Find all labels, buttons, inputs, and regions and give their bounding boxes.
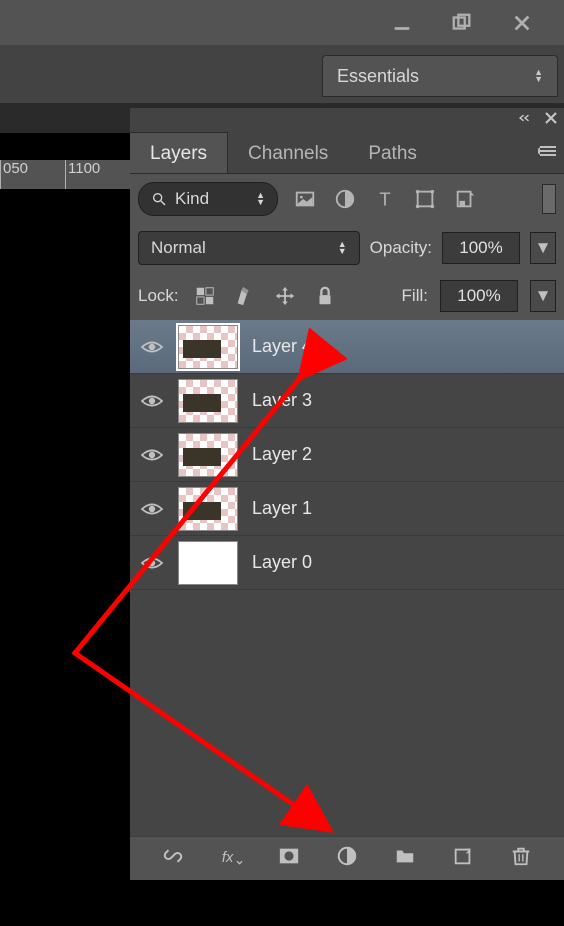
canvas-area[interactable] [0, 189, 130, 866]
link-layers-icon[interactable] [161, 845, 185, 872]
layer-thumbnail[interactable] [178, 379, 238, 423]
layer-row[interactable]: Layer 4 [130, 320, 564, 374]
panel-footer: fx [130, 836, 564, 880]
layer-thumbnail[interactable] [178, 487, 238, 531]
window-titlebar [0, 0, 564, 45]
tab-paths[interactable]: Paths [348, 133, 437, 173]
layer-row[interactable]: Layer 2 [130, 428, 564, 482]
trash-icon[interactable] [509, 845, 533, 872]
layers-panel: Layers Channels Paths Kind ▲▼ T Normal ▲… [130, 108, 564, 880]
tab-label: Paths [368, 143, 417, 164]
filter-type-icon[interactable]: T [372, 186, 398, 212]
ruler: 050 1100 [0, 160, 130, 190]
minimize-button[interactable] [372, 8, 432, 38]
close-button[interactable] [492, 8, 552, 38]
fill-value[interactable]: 100% [440, 280, 518, 312]
visibility-toggle[interactable] [140, 497, 164, 521]
ruler-tick: 1100 [68, 160, 100, 177]
filter-adjustment-icon[interactable] [332, 186, 358, 212]
tab-layers[interactable]: Layers [130, 132, 228, 173]
layer-list: Layer 4 Layer 3 Layer 2 Layer 1 Layer 0 [130, 320, 564, 836]
filter-toggle-switch[interactable] [542, 184, 556, 214]
group-icon[interactable] [393, 845, 417, 872]
layer-thumbnail[interactable] [178, 325, 238, 369]
tab-label: Layers [150, 143, 207, 164]
visibility-toggle[interactable] [140, 551, 164, 575]
layer-name[interactable]: Layer 4 [252, 336, 312, 357]
blend-opacity-row: Normal ▲▼ Opacity: 100% ▼ [130, 224, 564, 272]
filter-smartobject-icon[interactable] [452, 186, 478, 212]
ruler-tick: 050 [3, 160, 28, 177]
lock-position-icon[interactable] [271, 282, 299, 310]
svg-text:T: T [379, 188, 390, 209]
workspace-switcher[interactable]: Essentials ▲▼ [322, 55, 558, 97]
lock-pixels-icon[interactable] [231, 282, 259, 310]
blend-mode-value: Normal [151, 238, 206, 258]
fill-caret[interactable]: ▼ [530, 280, 556, 312]
panel-close-icon[interactable] [544, 110, 558, 130]
layer-name[interactable]: Layer 2 [252, 444, 312, 465]
dropdown-icon: ▲▼ [256, 192, 265, 206]
lock-fill-row: Lock: Fill: 100% ▼ [130, 272, 564, 320]
panel-tabs: Layers Channels Paths [130, 132, 564, 174]
opacity-label: Opacity: [370, 238, 432, 258]
mask-icon[interactable] [277, 845, 301, 872]
tab-label: Channels [248, 143, 328, 164]
layer-row[interactable]: Layer 3 [130, 374, 564, 428]
layer-name[interactable]: Layer 1 [252, 498, 312, 519]
panel-head [130, 108, 564, 132]
adjustment-layer-icon[interactable] [335, 845, 359, 872]
layer-thumbnail[interactable] [178, 433, 238, 477]
dropdown-icon: ▲▼ [534, 69, 543, 83]
opacity-value[interactable]: 100% [442, 232, 520, 264]
filter-shape-icon[interactable] [412, 186, 438, 212]
blend-mode-dropdown[interactable]: Normal ▲▼ [138, 231, 360, 265]
visibility-toggle[interactable] [140, 335, 164, 359]
search-icon [151, 191, 167, 207]
layer-name[interactable]: Layer 0 [252, 552, 312, 573]
opacity-caret[interactable]: ▼ [530, 232, 556, 264]
layer-row[interactable]: Layer 0 [130, 536, 564, 590]
new-layer-icon[interactable] [451, 845, 475, 872]
filter-pixel-icon[interactable] [292, 186, 318, 212]
filter-kind-label: Kind [175, 189, 209, 209]
layer-filter-row: Kind ▲▼ T [130, 174, 564, 224]
layer-name[interactable]: Layer 3 [252, 390, 312, 411]
filter-kind-dropdown[interactable]: Kind ▲▼ [138, 182, 278, 216]
tab-channels[interactable]: Channels [228, 133, 348, 173]
panel-menu-icon[interactable] [538, 143, 558, 163]
fill-label: Fill: [402, 286, 428, 306]
visibility-toggle[interactable] [140, 443, 164, 467]
workspace-label: Essentials [337, 66, 419, 87]
visibility-toggle[interactable] [140, 389, 164, 413]
layer-thumbnail[interactable] [178, 541, 238, 585]
fx-icon[interactable]: fx [219, 845, 243, 872]
layer-row[interactable]: Layer 1 [130, 482, 564, 536]
collapse-icon[interactable] [518, 110, 532, 130]
dropdown-icon: ▲▼ [338, 241, 347, 255]
svg-text:fx: fx [222, 850, 234, 866]
lock-transparency-icon[interactable] [191, 282, 219, 310]
lock-label: Lock: [138, 286, 179, 306]
maximize-button[interactable] [432, 8, 492, 38]
lock-all-icon[interactable] [311, 282, 339, 310]
